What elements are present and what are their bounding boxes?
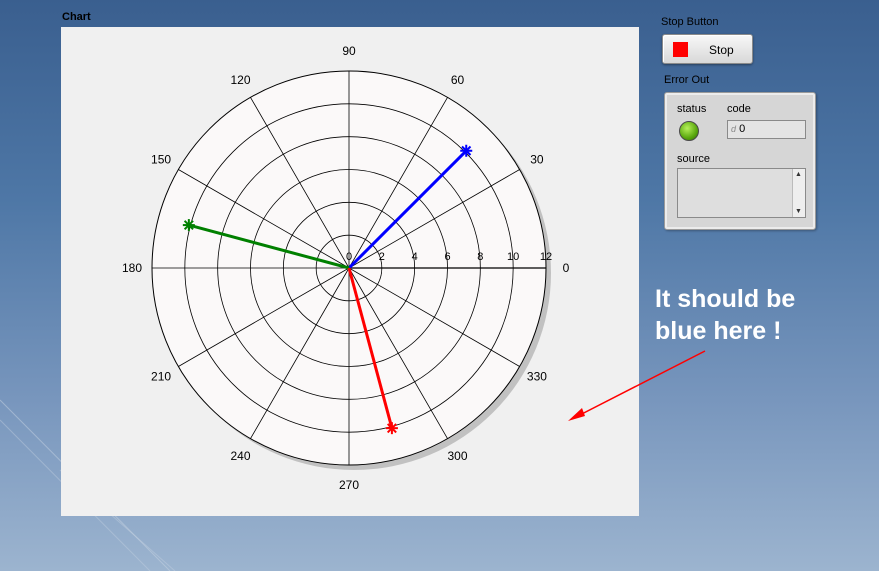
angle-tick-label: 180 bbox=[122, 261, 142, 275]
annotation-text: It should be blue here ! bbox=[655, 283, 845, 347]
series-marker bbox=[385, 422, 398, 435]
angle-tick-label: 60 bbox=[451, 73, 465, 87]
angle-tick-label: 120 bbox=[230, 73, 250, 87]
radial-tick-label: 10 bbox=[507, 251, 519, 263]
radial-tick-label: 2 bbox=[379, 251, 385, 263]
polar-plot-svg: 0 30 60 90 120 150 180 210 240 270 300 330 0 2 4 6 8 10 12 bbox=[122, 44, 570, 492]
radial-tick-label: 6 bbox=[444, 251, 450, 263]
source-scrollbar[interactable]: ▲ ▼ bbox=[792, 169, 805, 217]
chart-title: Chart bbox=[62, 11, 91, 23]
angle-tick-label: 90 bbox=[342, 44, 356, 58]
radial-tick-label: 8 bbox=[477, 251, 483, 263]
source-label: source bbox=[677, 153, 711, 165]
error-out-title: Error Out bbox=[664, 74, 710, 86]
annotation-arrow bbox=[568, 350, 706, 421]
status-led-indicator bbox=[679, 121, 699, 141]
series-marker bbox=[460, 144, 473, 157]
angle-tick-label: 330 bbox=[527, 370, 547, 384]
polar-chart[interactable]: 0 30 60 90 120 150 180 210 240 270 300 330 0 2 4 6 8 10 12 bbox=[61, 27, 639, 516]
stop-button-title: Stop Button bbox=[661, 16, 719, 28]
angle-tick-label: 0 bbox=[563, 261, 570, 275]
code-label: code bbox=[727, 103, 751, 115]
series-marker bbox=[182, 219, 195, 232]
angle-tick-label: 30 bbox=[530, 153, 544, 167]
code-value: 0 bbox=[739, 123, 746, 135]
angle-tick-label: 240 bbox=[230, 449, 250, 463]
annotation-line-1: It should be bbox=[655, 285, 796, 313]
code-type-prefix: d bbox=[731, 124, 737, 134]
error-out-cluster: status code d 0 source ▲ ▼ bbox=[664, 92, 816, 230]
angle-tick-label: 210 bbox=[151, 370, 171, 384]
angle-tick-label: 150 bbox=[151, 153, 171, 167]
scroll-up-icon[interactable]: ▲ bbox=[795, 171, 802, 178]
stop-button[interactable]: Stop bbox=[662, 34, 753, 64]
angle-tick-label: 270 bbox=[339, 478, 359, 492]
code-field[interactable]: d 0 bbox=[727, 120, 806, 139]
radial-tick-label: 12 bbox=[540, 251, 552, 263]
stop-square-icon bbox=[673, 42, 688, 57]
radial-tick-label: 4 bbox=[412, 251, 418, 263]
annotation-line-2: blue here ! bbox=[655, 317, 782, 345]
angle-tick-label: 300 bbox=[447, 449, 467, 463]
radial-tick-label: 0 bbox=[346, 251, 352, 263]
status-label: status bbox=[677, 103, 707, 115]
source-field[interactable]: ▲ ▼ bbox=[677, 168, 806, 218]
stop-button-label: Stop bbox=[709, 43, 734, 57]
scroll-down-icon[interactable]: ▼ bbox=[795, 208, 802, 215]
